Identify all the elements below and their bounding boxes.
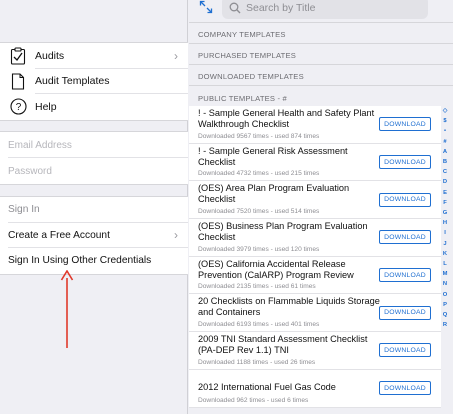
template-meta: Downloaded 7520 times - used 514 times — [198, 208, 320, 216]
menu-item-label: Audit Templates — [35, 75, 110, 88]
index-letter[interactable]: F — [443, 198, 447, 208]
download-button[interactable]: DOWNLOAD — [379, 381, 431, 396]
menu-item-help[interactable]: ? Help — [0, 94, 188, 120]
template-meta: Downloaded 4732 times - used 215 times — [198, 170, 320, 178]
list-item[interactable]: (OES) Business Plan Program Evaluation C… — [189, 219, 441, 257]
template-meta: Downloaded 1188 times - used 26 times — [198, 358, 316, 366]
index-letter[interactable]: A — [443, 147, 447, 157]
divider — [189, 64, 453, 65]
document-icon — [8, 71, 28, 91]
index-letter[interactable]: C — [443, 167, 447, 177]
template-meta: Downloaded 962 times - used 6 times — [198, 396, 309, 404]
download-button[interactable]: DOWNLOAD — [379, 192, 431, 207]
download-button[interactable]: DOWNLOAD — [379, 230, 431, 245]
template-meta: Downloaded 3979 times - used 120 times — [198, 245, 320, 253]
download-button[interactable]: DOWNLOAD — [379, 305, 431, 320]
section-public-templates: PUBLIC TEMPLATES - # — [198, 94, 287, 103]
index-letter[interactable]: H — [443, 218, 447, 228]
other-credentials-button[interactable]: Sign In Using Other Credentials — [0, 248, 188, 274]
download-button[interactable]: DOWNLOAD — [379, 155, 431, 170]
template-title: ! - Sample General Health and Safety Pla… — [198, 108, 375, 129]
download-button[interactable]: DOWNLOAD — [379, 268, 431, 283]
menu-item-label: Help — [35, 100, 57, 113]
index-letter[interactable]: ◇ — [443, 106, 447, 116]
template-title: (OES) Business Plan Program Evaluation C… — [198, 221, 368, 243]
template-title: (OES) California Accidental Release Prev… — [198, 258, 354, 280]
create-account-button[interactable]: Create a Free Account › — [0, 223, 188, 249]
search-placeholder: Search by Title — [246, 1, 316, 14]
template-meta: Downloaded 9567 times - used 874 times — [198, 132, 320, 140]
list-item[interactable]: 20 Checklists on Flammable Liquids Stora… — [189, 294, 441, 333]
index-letter[interactable]: O — [443, 290, 448, 300]
credentials-form: Email Address Password — [0, 131, 188, 185]
divider — [189, 22, 453, 23]
sign-in-button[interactable]: Sign In — [0, 197, 188, 223]
top-bar: Search by Title — [189, 0, 453, 22]
index-letter[interactable]: I — [444, 228, 446, 238]
template-title: (OES) Area Plan Program Evaluation Check… — [198, 183, 350, 205]
annotation-arrow — [60, 270, 74, 348]
index-letter[interactable]: B — [443, 157, 447, 167]
index-letter[interactable]: D — [443, 177, 447, 187]
list-item[interactable]: ! - Sample General Health and Safety Pla… — [189, 106, 441, 144]
index-letter[interactable]: $ — [443, 116, 446, 126]
section-downloaded-templates[interactable]: DOWNLOADED TEMPLATES — [198, 72, 304, 81]
section-company-templates[interactable]: COMPANY TEMPLATES — [198, 30, 286, 39]
index-letter[interactable]: M — [443, 269, 448, 279]
list-item[interactable]: (OES) California Accidental Release Prev… — [189, 257, 441, 295]
section-purchased-templates[interactable]: PURCHASED TEMPLATES — [198, 51, 296, 60]
chevron-right-icon: › — [174, 228, 178, 243]
menu-item-label: Audits — [35, 49, 65, 62]
help-circle-icon: ? — [8, 97, 28, 117]
divider — [189, 85, 453, 86]
expand-icon[interactable] — [199, 0, 213, 14]
index-letter[interactable]: L — [443, 259, 447, 269]
index-letter[interactable]: G — [443, 208, 448, 218]
template-title: ! - Sample General Risk Assessment Check… — [198, 145, 348, 167]
alphabet-index[interactable]: ◇ $ • # A B C D E F G H I J K L M N O P … — [439, 106, 451, 330]
template-meta: Downloaded 6193 times - used 401 times — [198, 321, 320, 329]
right-panel: Search by Title COMPANY TEMPLATES PURCHA… — [189, 0, 453, 414]
download-button[interactable]: DOWNLOAD — [379, 343, 431, 358]
index-letter[interactable]: J — [443, 239, 446, 249]
clipboard-check-icon — [8, 46, 28, 66]
main-menu: Audits › Audit Templates ? Help — [0, 42, 188, 121]
divider — [189, 43, 453, 44]
create-account-label: Create a Free Account — [8, 229, 110, 241]
chevron-right-icon: › — [174, 48, 178, 63]
sign-in-group: Sign In Create a Free Account › Sign In … — [0, 196, 188, 275]
index-letter[interactable]: # — [443, 137, 446, 147]
index-letter[interactable]: R — [443, 320, 447, 330]
template-meta: Downloaded 2135 times - used 61 times — [198, 283, 316, 291]
list-item[interactable]: 2009 TNI Standard Assessment Checklist (… — [189, 332, 441, 370]
template-title: 2009 TNI Standard Assessment Checklist (… — [198, 334, 368, 356]
password-field[interactable]: Password — [0, 158, 188, 184]
email-field[interactable]: Email Address — [0, 132, 188, 158]
index-letter[interactable]: P — [443, 300, 447, 310]
index-letter[interactable]: • — [444, 126, 446, 136]
list-item[interactable]: ! - Sample General Risk Assessment Check… — [189, 144, 441, 182]
template-title: 20 Checklists on Flammable Liquids Stora… — [198, 296, 380, 318]
search-input[interactable]: Search by Title — [222, 0, 428, 19]
left-panel: Audits › Audit Templates ? Help Email Ad… — [0, 0, 188, 414]
index-letter[interactable]: E — [443, 188, 447, 198]
list-item[interactable]: (OES) Area Plan Program Evaluation Check… — [189, 181, 441, 220]
index-letter[interactable]: N — [443, 279, 447, 289]
menu-item-audits[interactable]: Audits › — [0, 43, 188, 69]
index-letter[interactable]: K — [443, 249, 447, 259]
download-button[interactable]: DOWNLOAD — [379, 117, 431, 132]
svg-text:?: ? — [15, 102, 21, 113]
index-letter[interactable]: Q — [443, 310, 448, 320]
list-item[interactable]: 2012 International Fuel Gas Code Downloa… — [189, 370, 441, 408]
template-title: 2012 International Fuel Gas Code — [198, 381, 336, 392]
menu-item-audit-templates[interactable]: Audit Templates — [0, 69, 188, 95]
template-list: ! - Sample General Health and Safety Pla… — [189, 106, 441, 408]
search-icon — [229, 2, 241, 13]
